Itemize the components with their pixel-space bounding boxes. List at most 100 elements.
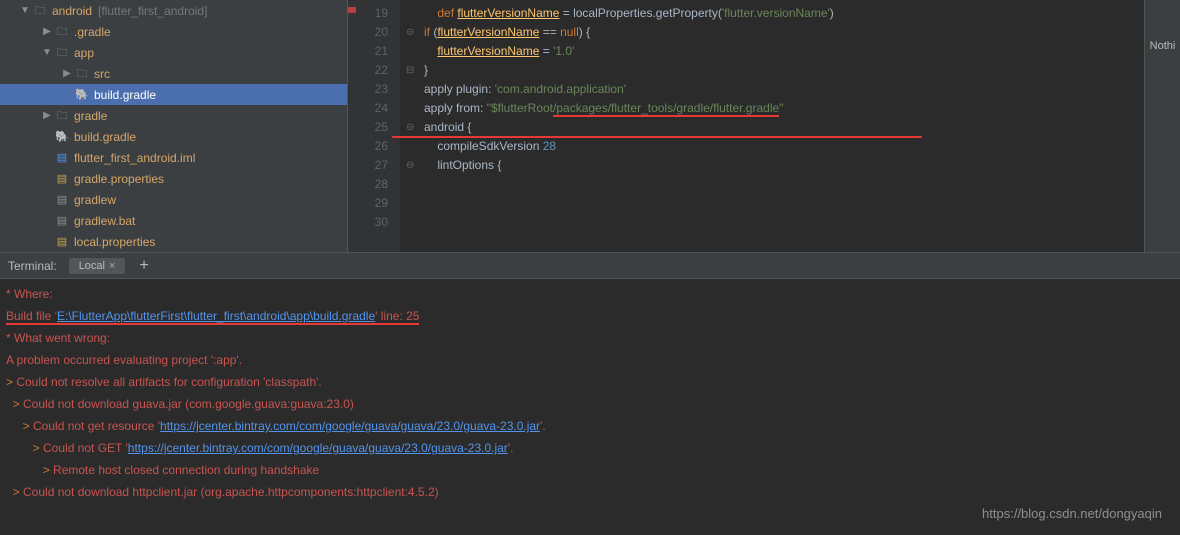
fold-icon[interactable]: ⊖	[406, 156, 414, 175]
folder-icon: 🗀	[74, 66, 90, 82]
terminal-line: > Could not GET 'https://jcenter.bintray…	[6, 437, 1174, 459]
fold-icon[interactable]: ⊖	[406, 23, 414, 42]
terminal-text: '.	[508, 441, 514, 455]
chevron-right-icon[interactable]: ▶	[60, 68, 74, 79]
gradle-icon: 🐘	[54, 129, 70, 145]
tree-item-label: flutter_first_android.iml	[74, 151, 195, 165]
code-line[interactable]: }⊟	[400, 61, 1144, 80]
tree-item-label: .gradle	[74, 25, 111, 39]
tree-item-label: src	[94, 67, 110, 81]
terminal-text: '.	[540, 419, 546, 433]
tree-item[interactable]: 🐘build.gradle	[0, 84, 347, 105]
chevron-right-icon[interactable]: ▶	[40, 110, 54, 121]
terminal-link[interactable]: https://jcenter.bintray.com/com/google/g…	[160, 419, 540, 433]
terminal-text: >	[6, 419, 33, 433]
code-token: ==	[539, 25, 560, 39]
code-token: apply	[424, 82, 456, 96]
tree-item-label: build.gradle	[74, 130, 136, 144]
line-number: 24	[348, 99, 388, 118]
terminal-line: > Remote host closed connection during h…	[6, 459, 1174, 481]
tree-item[interactable]: ▶🗀.gradle	[0, 21, 347, 42]
terminal-link[interactable]: E:\FlutterApp\flutterFirst\flutter_first…	[57, 309, 375, 325]
terminal-text: >	[6, 485, 23, 499]
tree-item[interactable]: ▤gradle.properties	[0, 168, 347, 189]
project-tree[interactable]: ▼ 🗀 android [flutter_first_android] ▶🗀.g…	[0, 0, 348, 252]
tree-item-label: local.properties	[74, 235, 155, 249]
code-token: 'com.android.application'	[495, 82, 626, 96]
fold-icon[interactable]: ⊖	[406, 118, 414, 137]
terminal-tab-local[interactable]: Local ×	[69, 258, 126, 274]
add-tab-button[interactable]: +	[133, 257, 154, 275]
code-line[interactable]: android { ⊖	[400, 118, 1144, 137]
code-token: android {	[424, 120, 471, 134]
code-line[interactable]: if (flutterVersionName == null) {⊖	[400, 23, 1144, 42]
code-token: }	[424, 63, 428, 77]
tree-item[interactable]: ▤local.properties	[0, 231, 347, 252]
tree-item-label: app	[74, 46, 94, 60]
terminal-text: >	[6, 375, 16, 389]
code-token: lintOptions {	[424, 158, 501, 172]
code-token: :	[488, 82, 495, 96]
code-token: flutterVersionName	[457, 6, 559, 20]
chevron-right-icon[interactable]: ▶	[40, 26, 54, 37]
terminal-text: Build file '	[6, 309, 57, 325]
code-token: =	[539, 44, 553, 58]
terminal-line: * What went wrong:	[6, 327, 1174, 349]
terminal-line: A problem occurred evaluating project ':…	[6, 349, 1174, 371]
line-number: 25	[348, 118, 388, 137]
code-token: /packages/flutter_tools/gradle/flutter.g…	[553, 101, 779, 117]
code-token: from	[456, 101, 480, 115]
terminal-text: * Where:	[6, 287, 53, 301]
tree-root-annotation: [flutter_first_android]	[98, 4, 207, 18]
gutter: 192021222324252627282930	[348, 0, 400, 252]
code-token: apply	[424, 101, 456, 115]
tree-root-label: android	[52, 4, 92, 18]
line-number: 29	[348, 194, 388, 213]
file-icon: ▤	[54, 192, 70, 208]
line-number: 22	[348, 61, 388, 80]
fold-icon[interactable]: ⊟	[406, 61, 414, 80]
terminal-text: >	[6, 397, 23, 411]
tree-item[interactable]: ▤flutter_first_android.iml	[0, 147, 347, 168]
terminal-content[interactable]: * Where: Build file 'E:\FlutterApp\flutte…	[0, 279, 1180, 535]
code-line[interactable]: compileSdkVersion 28	[400, 137, 1144, 156]
code-token: '1.0'	[553, 44, 574, 58]
file-icon: ▤	[54, 213, 70, 229]
terminal-line: > Could not download httpclient.jar (org…	[6, 481, 1174, 503]
tree-root[interactable]: ▼ 🗀 android [flutter_first_android]	[0, 0, 347, 21]
terminal-text: ' line: 25	[375, 309, 419, 325]
close-icon[interactable]: ×	[109, 260, 115, 272]
terminal-label: Terminal:	[8, 259, 57, 273]
tree-item[interactable]: ▤gradlew	[0, 189, 347, 210]
code-token: "	[779, 101, 783, 115]
terminal-line: Build file 'E:\FlutterApp\flutterFirst\f…	[6, 305, 1174, 327]
line-number: 20	[348, 23, 388, 42]
terminal-line: * Where:	[6, 283, 1174, 305]
chevron-down-icon[interactable]: ▼	[40, 47, 54, 58]
tree-item[interactable]: ▤ gradlew.bat	[0, 210, 347, 231]
watermark: https://blog.csdn.net/dongyaqin	[982, 506, 1162, 521]
code-line[interactable]: apply plugin: 'com.android.application'	[400, 80, 1144, 99]
tree-item-label: gradlew.bat	[74, 214, 135, 228]
code-token: :	[480, 101, 487, 115]
tree-item[interactable]: ▶🗀 src	[0, 63, 347, 84]
code-line[interactable]: lintOptions { ⊖	[400, 156, 1144, 175]
code-token: ) {	[579, 25, 590, 39]
tree-item[interactable]: ▶🗀gradle	[0, 105, 347, 126]
code-token: def	[437, 6, 457, 20]
code-token: 28	[543, 139, 556, 153]
code-line[interactable]: flutterVersionName = '1.0'	[400, 42, 1144, 61]
code-area[interactable]: def flutterVersionName = localProperties…	[400, 0, 1144, 252]
tree-item[interactable]: 🐘 build.gradle	[0, 126, 347, 147]
code-line[interactable]: apply from: "$flutterRoot/packages/flutt…	[400, 99, 1144, 118]
right-pane: Nothi	[1144, 0, 1180, 252]
code-token: 'flutter.versionName'	[722, 6, 830, 20]
error-marker	[348, 7, 356, 13]
terminal-text: Could not download guava.jar (com.google…	[23, 397, 354, 411]
editor-area[interactable]: 192021222324252627282930 def flutterVers…	[348, 0, 1180, 252]
terminal-line: > Could not download guava.jar (com.goog…	[6, 393, 1174, 415]
chevron-down-icon[interactable]: ▼	[18, 5, 32, 16]
tree-item[interactable]: ▼🗀app	[0, 42, 347, 63]
code-line[interactable]: def flutterVersionName = localProperties…	[400, 4, 1144, 23]
terminal-link[interactable]: https://jcenter.bintray.com/com/google/g…	[128, 441, 508, 455]
